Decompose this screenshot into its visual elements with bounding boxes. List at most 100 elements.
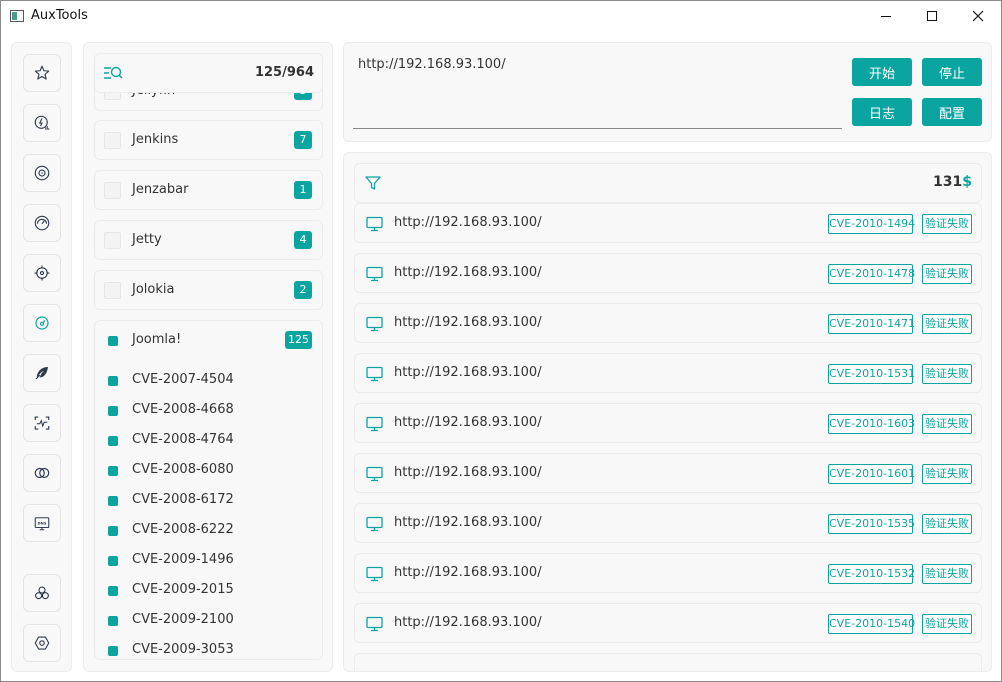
cve-label: CVE-2009-1496: [132, 552, 234, 567]
result-row-partial[interactable]: [354, 653, 982, 671]
cve-label: CVE-2008-6080: [132, 462, 234, 477]
config-button[interactable]: 配置: [922, 98, 982, 126]
title-bar: AuxTools: [1, 1, 1001, 31]
result-row[interactable]: http://192.168.93.100/CVE-2010-1478 验证失败: [354, 253, 982, 293]
list-item[interactable]: Jetty 4: [94, 220, 323, 260]
result-row[interactable]: http://192.168.93.100/CVE-2010-1535 验证失败: [354, 503, 982, 543]
result-row[interactable]: http://192.168.93.100/CVE-2010-1471 验证失败: [354, 303, 982, 343]
checkbox[interactable]: [104, 492, 121, 509]
cve-tag: CVE-2010-1471: [828, 314, 915, 334]
checkbox[interactable]: [104, 232, 121, 249]
cve-list-item[interactable]: CVE-2009-3053: [95, 636, 323, 666]
result-url: http://192.168.93.100/: [394, 515, 542, 530]
status-tag: 验证失败: [922, 614, 972, 634]
window-title: AuxTools: [31, 8, 88, 23]
target-url-input[interactable]: http://192.168.93.100/: [358, 57, 506, 72]
result-row[interactable]: http://192.168.93.100/CVE-2010-1531 验证失败: [354, 353, 982, 393]
checkbox[interactable]: [104, 182, 121, 199]
nav-dns-button[interactable]: DNS: [23, 504, 61, 542]
product-list[interactable]: Jellyfin 3 Jenkins 7 Jenzabar 1 Jetty 4 …: [94, 83, 323, 671]
close-icon: [972, 10, 984, 22]
nav-rings-button[interactable]: [23, 454, 61, 492]
list-item[interactable]: Joomla! 125: [94, 320, 323, 360]
nav-gauge-button[interactable]: [23, 304, 61, 342]
settings-hex-icon: [34, 636, 50, 650]
cve-list-item[interactable]: CVE-2008-6222: [95, 516, 323, 546]
result-url: http://192.168.93.100/: [394, 465, 542, 480]
product-list-panel: Jellyfin 3 Jenkins 7 Jenzabar 1 Jetty 4 …: [83, 42, 333, 672]
nav-sidebar: DNS: [11, 42, 72, 672]
cve-tag: CVE-2010-1601: [828, 464, 915, 484]
cve-list-item[interactable]: CVE-2008-6172: [95, 486, 323, 516]
list-search-icon[interactable]: [103, 65, 123, 81]
nav-settings-button[interactable]: [23, 624, 61, 662]
start-button[interactable]: 开始: [852, 58, 912, 86]
list-item[interactable]: Jenkins 7: [94, 120, 323, 160]
checkbox[interactable]: [104, 332, 121, 349]
cve-list-item[interactable]: CVE-2009-1496: [95, 546, 323, 576]
cve-tag: CVE-2010-1478: [828, 264, 915, 284]
checkbox[interactable]: [104, 522, 121, 539]
cve-tag: CVE-2010-1532: [828, 564, 915, 584]
nav-favorites-button[interactable]: [23, 54, 61, 92]
cve-list-item[interactable]: CVE-2007-4504: [95, 366, 323, 396]
item-label: Jetty: [132, 232, 162, 247]
checkbox[interactable]: [104, 432, 121, 449]
checkbox[interactable]: [104, 642, 121, 659]
nav-scan-button[interactable]: [23, 404, 61, 442]
list-item[interactable]: Jolokia 2: [94, 270, 323, 310]
status-tag: 验证失败: [922, 214, 972, 234]
item-label: Jenkins: [132, 132, 179, 147]
checkbox[interactable]: [104, 282, 121, 299]
cve-tag: CVE-2010-1531: [828, 364, 915, 384]
cve-list-item[interactable]: CVE-2009-2100: [95, 606, 323, 636]
minimize-icon: [881, 15, 891, 17]
log-button[interactable]: 日志: [852, 98, 912, 126]
result-url: http://192.168.93.100/: [394, 365, 542, 380]
count-badge: 1: [294, 181, 312, 199]
nav-target-button[interactable]: [23, 254, 61, 292]
nav-feather-button[interactable]: [23, 354, 61, 392]
stats-bolt-icon: [34, 115, 50, 130]
result-row[interactable]: http://192.168.93.100/CVE-2010-1532 验证失败: [354, 553, 982, 593]
cve-list-item[interactable]: CVE-2009-2015: [95, 576, 323, 606]
list-item[interactable]: Jenzabar 1: [94, 170, 323, 210]
gauge-icon: [35, 316, 49, 330]
minimize-button[interactable]: [863, 1, 909, 31]
item-label: Joomla!: [132, 332, 182, 347]
cve-list-item[interactable]: CVE-2008-6080: [95, 456, 323, 486]
cve-list-item[interactable]: CVE-2008-4764: [95, 426, 323, 456]
checkbox[interactable]: [104, 402, 121, 419]
star-icon: [34, 65, 50, 80]
result-row[interactable]: http://192.168.93.100/CVE-2010-1540 验证失败: [354, 603, 982, 643]
checkbox[interactable]: [104, 582, 121, 599]
close-button[interactable]: [955, 1, 1001, 31]
cve-tag: CVE-2010-1494: [828, 214, 915, 234]
checkbox[interactable]: [104, 372, 121, 389]
monitor-icon: [366, 616, 383, 632]
checkbox[interactable]: [104, 462, 121, 479]
cve-tag: CVE-2010-1540: [828, 614, 915, 634]
checkbox[interactable]: [104, 612, 121, 629]
nav-cluster-button[interactable]: [23, 574, 61, 612]
cve-list-item[interactable]: CVE-2008-4668: [95, 396, 323, 426]
nav-disc-button[interactable]: [23, 154, 61, 192]
stop-button[interactable]: 停止: [922, 58, 982, 86]
checkbox[interactable]: [104, 552, 121, 569]
target-panel: http://192.168.93.100/ 开始 停止 日志 配置: [343, 42, 992, 142]
filter-icon[interactable]: [365, 175, 381, 191]
result-url: http://192.168.93.100/: [394, 615, 542, 630]
results-panel: 131$ http://192.168.93.100/CVE-2010-1494…: [343, 152, 992, 672]
nav-stats-button[interactable]: [23, 104, 61, 142]
result-row[interactable]: http://192.168.93.100/CVE-2010-1601 验证失败: [354, 453, 982, 493]
checkbox[interactable]: [104, 132, 121, 149]
monitor-icon: [366, 516, 383, 532]
result-row[interactable]: http://192.168.93.100/CVE-2010-1494 验证失败: [354, 203, 982, 243]
target-icon: [34, 265, 50, 281]
currency-symbol: $: [962, 174, 972, 190]
result-row[interactable]: http://192.168.93.100/CVE-2010-1603 验证失败: [354, 403, 982, 443]
maximize-button[interactable]: [909, 1, 955, 31]
nav-speed-button[interactable]: [23, 204, 61, 242]
feather-icon: [35, 367, 48, 380]
cve-tag: CVE-2010-1535: [828, 514, 915, 534]
